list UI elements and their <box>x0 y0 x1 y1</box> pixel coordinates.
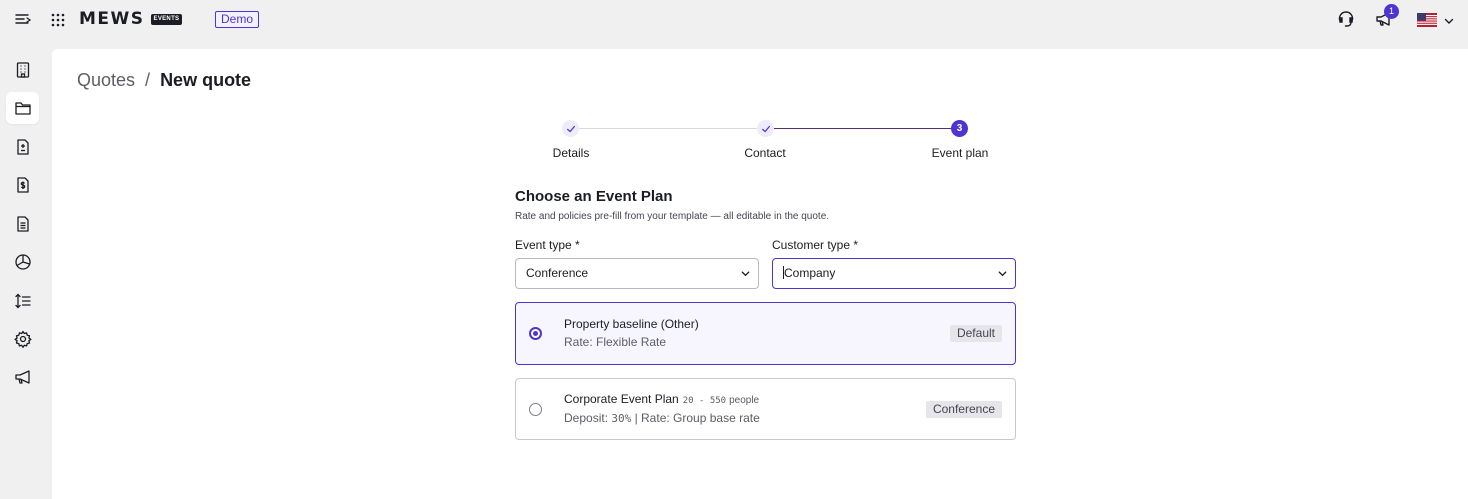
stepper-connector-1 <box>579 128 764 129</box>
plan-radio-unselected[interactable] <box>529 403 542 416</box>
sidebar-item-invoices[interactable] <box>6 169 39 201</box>
step-label-details: Details <box>552 146 590 160</box>
environment-badge: Demo <box>215 11 260 28</box>
plan-tag-default: Default <box>949 325 1002 342</box>
event-type-label: Event type * <box>515 238 580 252</box>
form-title: Choose an Event Plan <box>515 188 673 205</box>
plan-name: Corporate Event Plan <box>564 392 679 406</box>
stepper-connector-2 <box>774 128 960 129</box>
sidebar-item-announcements[interactable] <box>6 361 39 393</box>
chevron-down-icon <box>998 271 1007 277</box>
logo-events-tag: EVENTS <box>150 13 183 25</box>
chevron-down-icon <box>741 271 750 277</box>
step-details-check-icon[interactable] <box>562 120 579 137</box>
sidebar <box>0 48 50 499</box>
progress-stepper: Details Contact 3 Event plan <box>515 120 1015 165</box>
step-label-event-plan: Event plan <box>931 146 989 160</box>
step-label-contact: Contact <box>744 146 786 160</box>
lifebuoy-icon[interactable] <box>1336 9 1356 29</box>
customer-type-value: Company <box>784 266 836 280</box>
us-flag-icon[interactable] <box>1417 13 1437 27</box>
top-bar: MEWS EVENTS Demo 1 <box>0 0 1468 48</box>
sidebar-item-documents[interactable] <box>6 208 39 240</box>
plan-option-property-baseline[interactable]: Property baseline (Other) Rate: Flexible… <box>515 302 1016 365</box>
invoice-dollar-icon <box>16 177 29 193</box>
main-panel: Quotes / New quote Details Contact 3 Eve… <box>52 49 1468 499</box>
plan-deposit-label: Deposit: <box>564 411 612 425</box>
plan-capacity-unit: people <box>729 395 760 406</box>
customer-type-select[interactable]: Company <box>772 258 1016 289</box>
sidebar-item-properties[interactable] <box>6 54 39 86</box>
step-contact-check-icon[interactable] <box>757 120 774 137</box>
breadcrumb: Quotes / New quote <box>77 69 251 91</box>
plan-detail: Rate: Flexible Rate <box>564 335 667 349</box>
breadcrumb-separator: / <box>145 70 151 90</box>
sidebar-item-reports[interactable] <box>6 246 39 278</box>
chevron-down-icon[interactable] <box>1443 14 1455 26</box>
sidebar-item-quotes[interactable] <box>6 92 39 124</box>
plan-tag-conference: Conference <box>925 401 1002 418</box>
event-type-select[interactable]: Conference <box>515 258 759 289</box>
document-plus-minus-icon <box>16 139 29 155</box>
apps-grid-icon[interactable] <box>50 12 66 28</box>
mews-events-logo[interactable]: MEWS EVENTS <box>79 9 183 29</box>
plan-radio-selected[interactable] <box>529 327 542 340</box>
notification-count-badge: 1 <box>1384 4 1399 19</box>
folder-icon <box>14 102 31 115</box>
form-subtitle: Rate and policies pre-fill from your tem… <box>515 211 830 222</box>
plan-rate: | Rate: Group base rate <box>631 411 760 425</box>
logo-text: MEWS <box>79 9 145 29</box>
plan-deposit-value: 30% <box>611 412 632 425</box>
building-icon <box>16 62 29 78</box>
plan-name: Property baseline (Other) <box>564 317 699 331</box>
megaphone-icon <box>14 370 30 384</box>
sidebar-item-proposals[interactable] <box>6 131 39 163</box>
breadcrumb-quotes-link[interactable]: Quotes <box>77 69 135 91</box>
plan-option-corporate-event[interactable]: Corporate Event Plan 20 - 550 people Depos… <box>515 378 1016 440</box>
page-title: New quote <box>160 70 252 90</box>
pie-chart-icon <box>14 254 31 270</box>
sidebar-item-settings[interactable] <box>6 323 39 355</box>
plan-name-row: Corporate Event Plan 20 - 550 people <box>564 392 759 406</box>
menu-collapse-icon[interactable] <box>14 11 32 29</box>
document-lines-icon <box>16 216 29 232</box>
step-event-plan-number: 3 <box>951 120 968 137</box>
customer-type-label: Customer type * <box>772 238 859 252</box>
event-type-value: Conference <box>526 266 589 280</box>
plan-detail: Deposit: 30% | Rate: Group base rate <box>564 411 760 425</box>
gear-icon <box>13 330 32 348</box>
sort-lines-icon <box>14 293 31 309</box>
plan-capacity-range: 20 - 550 <box>682 396 727 406</box>
sidebar-item-sorting[interactable] <box>6 285 39 317</box>
